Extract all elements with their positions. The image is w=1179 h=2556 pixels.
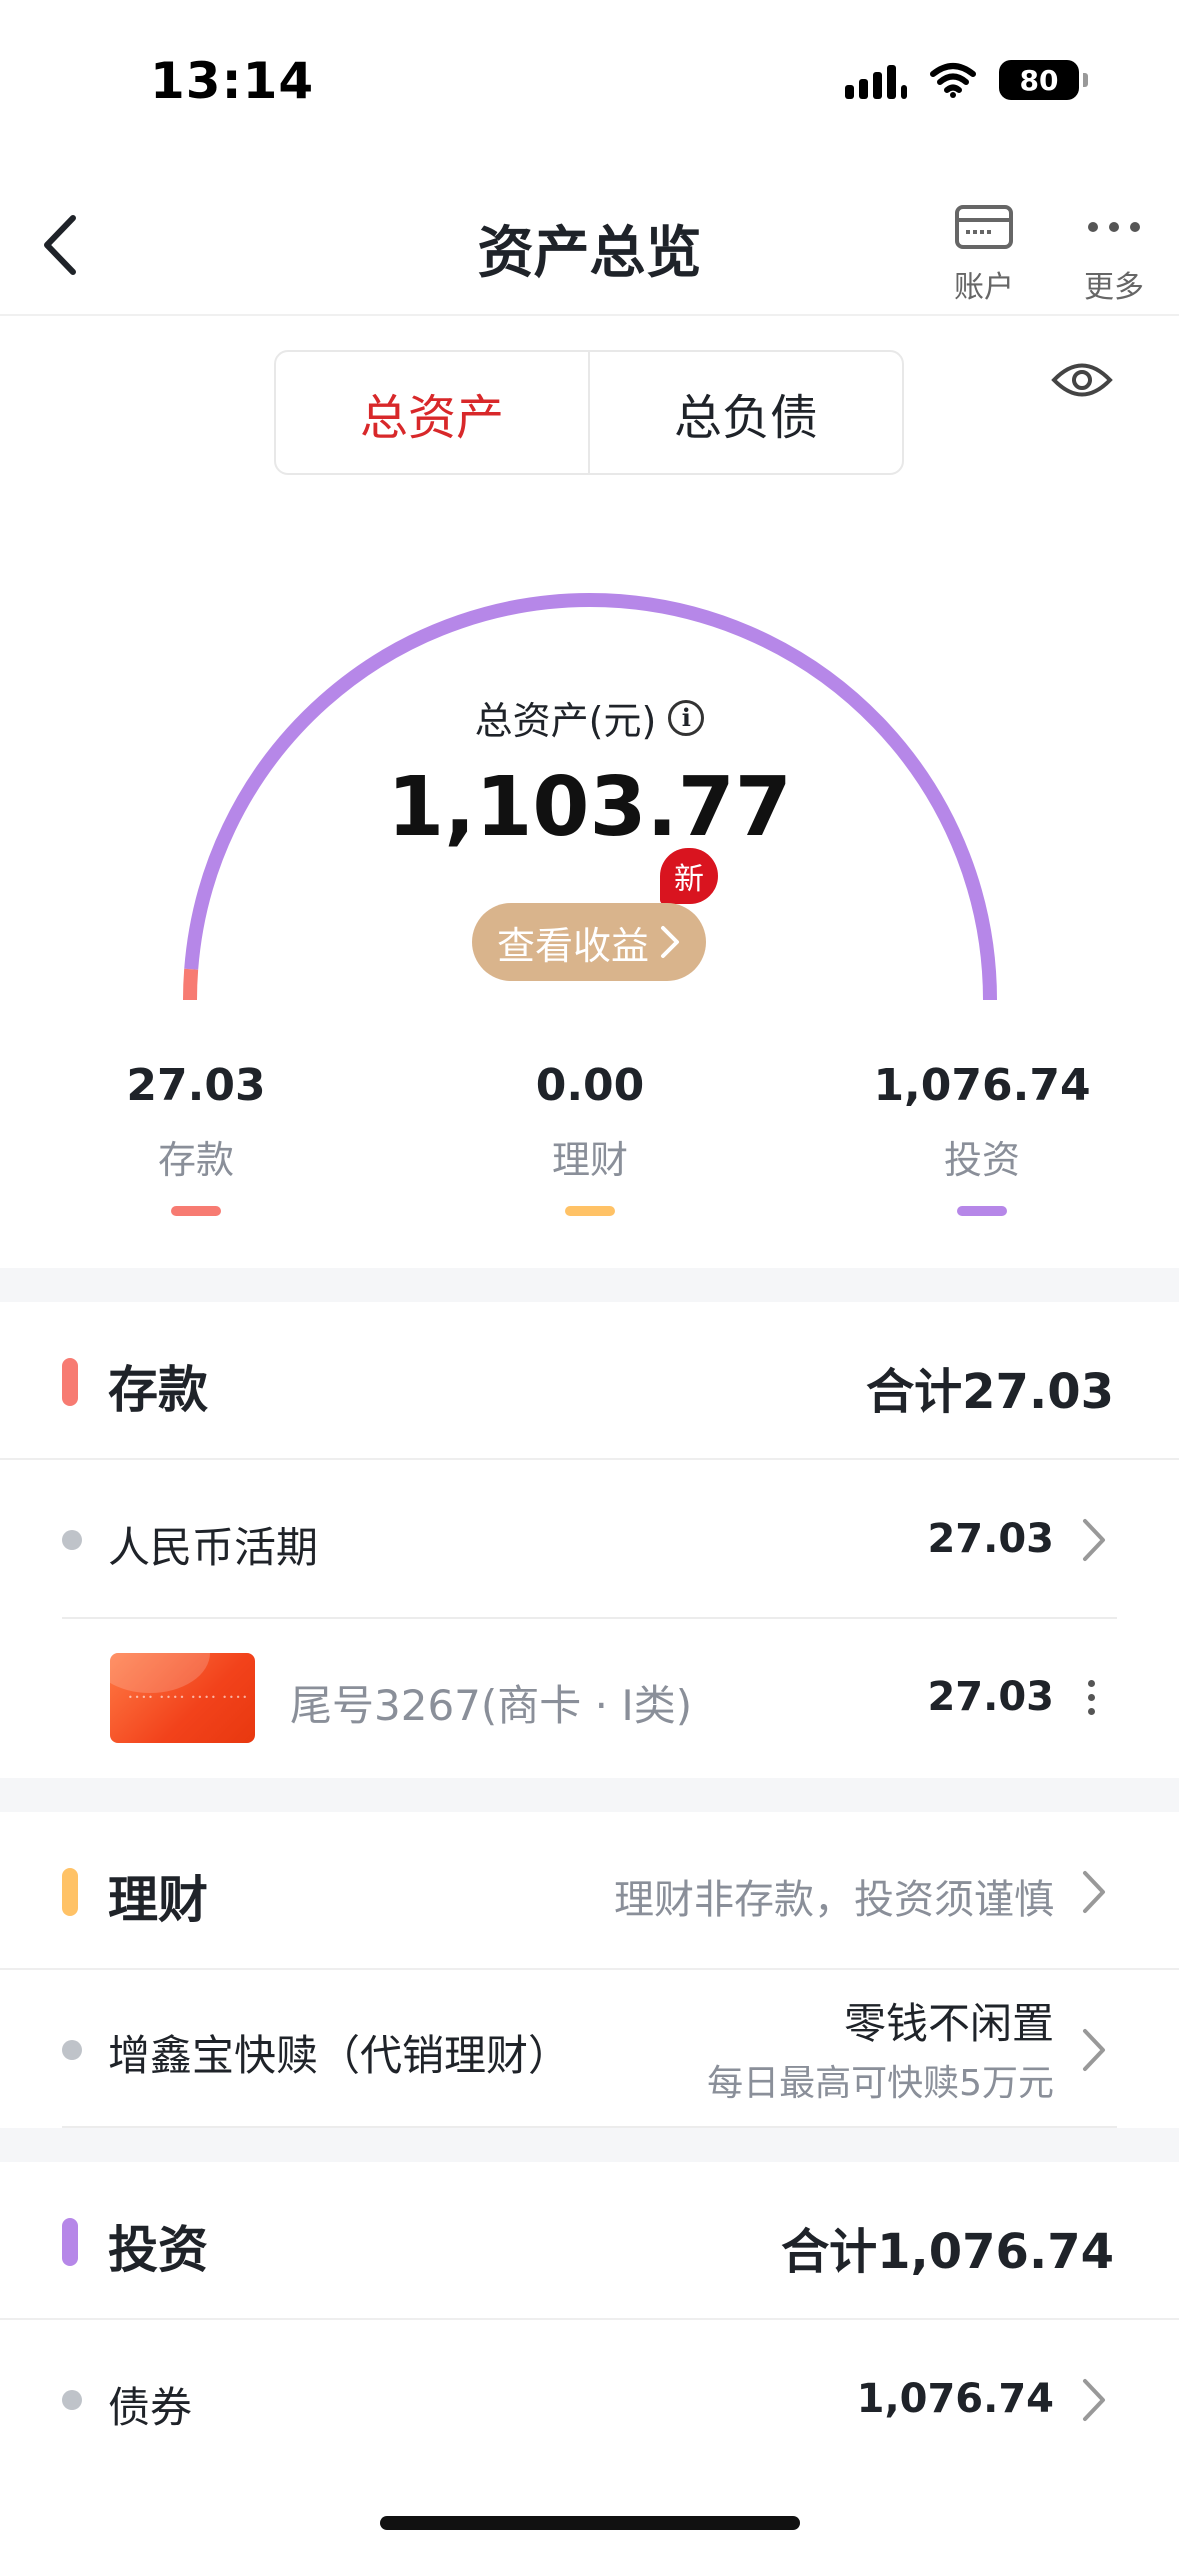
card-icon [955,205,1013,249]
divider [62,1617,1117,1619]
legend-invest[interactable]: 1,076.74 投资 [832,1060,1132,1216]
legend-invest-value: 1,076.74 [873,1060,1091,1111]
deposit-item-amount: 27.03 [927,1516,1054,1562]
invest-section-title: 投资 [108,2221,208,2279]
deposit-item-current-account[interactable]: 人民币活期 27.03 [0,1462,1179,1618]
invest-item-amount: 1,076.74 [856,2376,1054,2422]
tab-total-assets[interactable]: 总资产 [276,352,588,473]
legend-invest-swatch [957,1206,1007,1216]
list-bullet [62,2040,82,2060]
invest-section-header: 投资 合计1,076.74 [0,2162,1179,2320]
chevron-right-icon [1083,1519,1105,1561]
account-label: 账户 [954,270,1014,305]
account-button[interactable]: 账户 [939,198,1029,306]
wealth-item-zengxinbao[interactable]: 增鑫宝快赎（代销理财） 零钱不闲置 每日最高可快赎5万元 [0,1972,1179,2128]
deposit-item-name: 人民币活期 [108,1523,319,1572]
legend-wealth-value: 0.00 [535,1060,645,1111]
wealth-risk-hint: 理财非存款，投资须谨慎 [614,1877,1054,1923]
gauge-arc-deposit [183,968,199,1001]
deposit-section-title: 存款 [108,1361,208,1419]
wealth-section-title: 理财 [108,1871,208,1929]
legend-deposit[interactable]: 27.03 存款 [46,1060,346,1216]
bank-card-amount: 27.03 [927,1674,1054,1720]
invest-section-marker [62,2218,78,2266]
status-time: 13:14 [150,52,315,110]
wealth-item-tagline: 零钱不闲置 [843,1999,1054,2048]
chevron-right-icon [1083,1871,1105,1913]
deposit-section-total: 合计27.03 [866,1364,1114,1420]
wifi-icon [930,63,976,98]
gauge-label: 总资产(元) [474,699,657,743]
home-indicator [380,2516,800,2530]
gauge-label-row: 总资产(元) i [0,690,1179,745]
more-vertical-icon[interactable] [1088,1680,1095,1715]
wealth-section-marker [62,1868,78,1916]
info-icon[interactable]: i [668,699,705,736]
wealth-section-header[interactable]: 理财 理财非存款，投资须谨慎 [0,1812,1179,1970]
more-horizontal-icon [1088,222,1140,232]
wealth-item-subline: 每日最高可快赎5万元 [707,2063,1054,2104]
bank-card-name: 尾号3267(商卡 · I类) [290,1681,693,1730]
nav-bar: 资产总览 账户 更多 [0,170,1179,316]
status-bar: 13:14 80 [0,0,1179,170]
legend-invest-label: 投资 [943,1138,1020,1182]
section-gap [0,1268,1179,1302]
tab-total-liabilities[interactable]: 总负债 [588,352,902,473]
more-label: 更多 [1084,270,1144,305]
bank-card-row[interactable]: 尾号3267(商卡 · I类) 27.03 [0,1620,1179,1776]
cellular-signal-icon [845,61,907,99]
chevron-right-icon [1083,2029,1105,2071]
legend-wealth-label: 理财 [551,1138,628,1182]
legend-deposit-value: 27.03 [126,1060,266,1111]
legend-wealth[interactable]: 0.00 理财 [440,1060,740,1216]
wealth-item-name: 增鑫宝快赎（代销理财） [108,2031,571,2080]
chevron-right-icon [1083,2379,1105,2421]
invest-item-name: 债券 [108,2383,193,2432]
battery-icon: 80 [999,60,1088,100]
new-badge: 新 [660,848,718,904]
deposit-section-marker [62,1358,78,1406]
invest-item-bonds[interactable]: 债券 1,076.74 [0,2322,1179,2478]
list-bullet [62,2390,82,2410]
invest-section-total: 合计1,076.74 [781,2224,1114,2280]
deposit-section-header: 存款 合计27.03 [0,1302,1179,1460]
visibility-toggle-button[interactable] [1050,355,1114,407]
view-earnings-button[interactable]: 查看收益 [472,903,706,981]
chevron-right-icon [661,926,679,958]
legend-wealth-swatch [565,1206,615,1216]
asset-segment-control: 总资产 总负债 [274,350,904,475]
status-icons: 80 [845,60,1088,100]
total-assets-value: 1,103.77 [387,760,792,855]
legend-deposit-label: 存款 [157,1138,234,1182]
view-earnings-label: 查看收益 [496,923,649,968]
more-button[interactable]: 更多 [1069,198,1159,306]
section-gap [0,1778,1179,1812]
eye-icon [1051,363,1113,397]
legend-deposit-swatch [171,1206,221,1216]
section-gap [0,2128,1179,2162]
list-bullet [62,1530,82,1550]
